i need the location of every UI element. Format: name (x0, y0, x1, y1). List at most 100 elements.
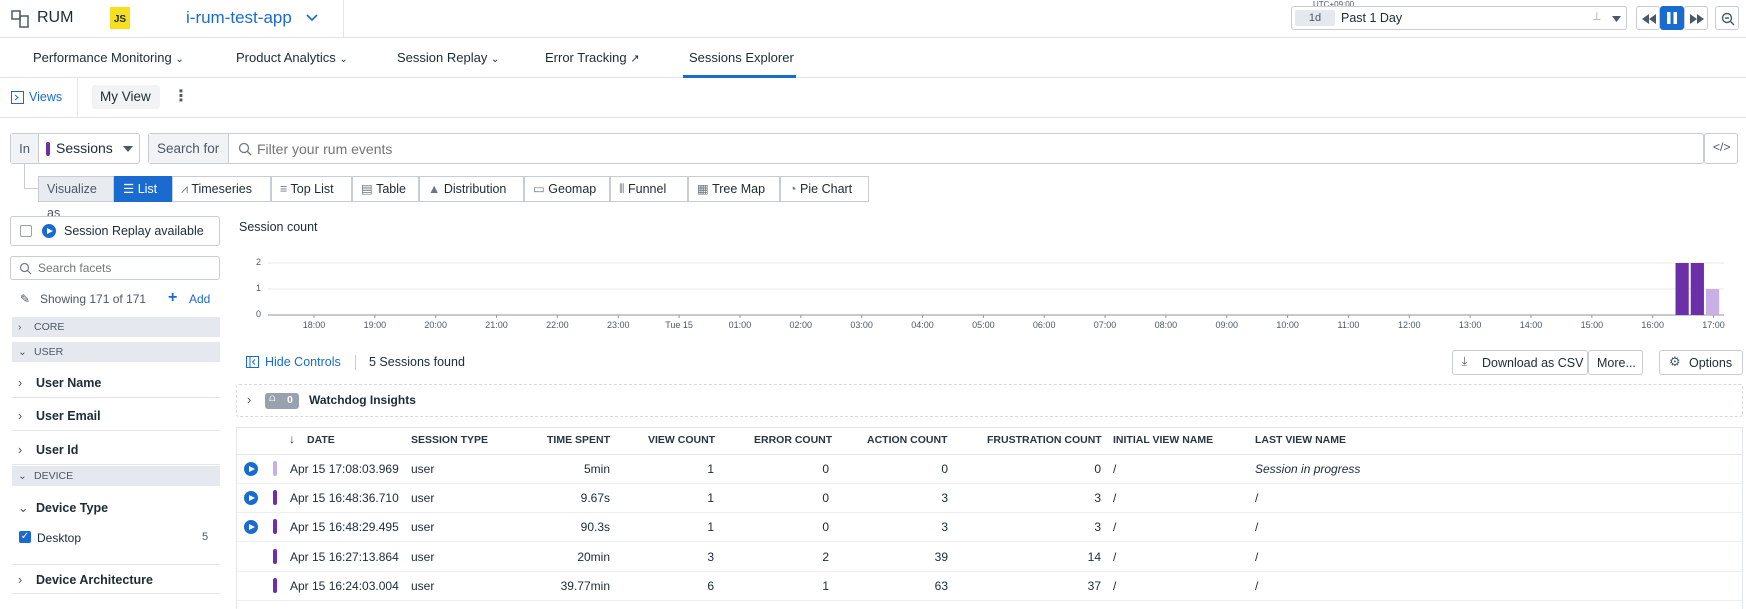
x-tick-label: 17:00 (1702, 320, 1725, 330)
cell-errors: 0 (822, 462, 829, 476)
x-tick-label: 15:00 (1580, 320, 1604, 330)
cell-actions: 3 (941, 520, 948, 534)
cell-last: Session in progress (1255, 462, 1361, 476)
x-tick-label: 05:00 (972, 320, 995, 330)
cell-views: 1 (707, 520, 714, 534)
column-action-count[interactable]: ACTION COUNT (867, 434, 948, 446)
cell-time: 5min (583, 462, 610, 476)
play-replay-icon[interactable] (244, 462, 258, 476)
cell-errors: 0 (822, 520, 829, 534)
cell-views: 1 (707, 491, 714, 505)
watchdog-label: Watchdog Insights (309, 393, 416, 407)
x-tick-label: 16:00 (1641, 320, 1664, 330)
y-tick-label: 1 (256, 283, 262, 293)
column-initial-view-name[interactable]: INITIAL VIEW NAME (1113, 434, 1213, 446)
cell-type: user (411, 550, 435, 564)
cell-time: 20min (577, 550, 610, 564)
cell-actions: 39 (934, 550, 948, 564)
cell-frustration: 0 (1094, 462, 1101, 476)
x-tick-label: 10:00 (1276, 320, 1299, 330)
cell-last: / (1255, 550, 1259, 564)
x-tick-label: 21:00 (485, 320, 508, 330)
session-status-marker (273, 578, 277, 593)
cell-frustration: 14 (1087, 550, 1101, 564)
hide-controls-button[interactable]: Hide Controls (265, 355, 341, 369)
cell-last: / (1255, 579, 1259, 593)
column-session-type[interactable]: SESSION TYPE (411, 434, 488, 446)
binoculars-icon: ⩍ (269, 393, 276, 404)
cell-type: user (411, 579, 435, 593)
x-tick-label: 19:00 (363, 320, 387, 330)
cell-last: / (1255, 520, 1259, 534)
x-tick-label: 06:00 (1032, 320, 1056, 330)
chevron-right-icon: › (247, 392, 252, 407)
cell-initial: / (1113, 550, 1117, 564)
session-status-marker (273, 490, 277, 505)
y-tick-label: 2 (256, 257, 262, 267)
hide-controls-icon (246, 356, 259, 368)
column-time-spent[interactable]: TIME SPENT (547, 434, 610, 446)
column-date[interactable]: DATE (307, 434, 335, 446)
watchdog-badge: ⩍ 0 (265, 393, 299, 409)
x-tick-label: 22:00 (546, 320, 569, 330)
session-status-marker (273, 519, 277, 534)
chart-bar (1690, 263, 1704, 315)
cell-time: 39.77min (560, 579, 610, 593)
cell-frustration: 3 (1094, 520, 1101, 534)
session-status-marker (273, 549, 277, 564)
cell-time: 9.67s (580, 491, 610, 505)
download-icon: ⤓ (1462, 354, 1468, 368)
cell-last: / (1255, 491, 1259, 505)
cell-type: user (411, 462, 435, 476)
more-button[interactable]: More... (1588, 350, 1643, 375)
x-tick-label: 07:00 (1093, 320, 1117, 330)
cell-initial: / (1113, 462, 1117, 476)
x-tick-label: 02:00 (789, 320, 813, 330)
cell-actions: 63 (934, 579, 948, 593)
cell-initial: / (1113, 520, 1117, 534)
play-replay-icon[interactable] (244, 491, 258, 505)
cell-actions: 0 (941, 462, 948, 476)
watchdog-count: 0 (287, 394, 293, 406)
cell-date: Apr 15 16:48:36.710 (290, 491, 399, 505)
column-frustration-count[interactable]: FRUSTRATION COUNT (987, 434, 1102, 446)
x-tick-label: 13:00 (1458, 320, 1482, 330)
sort-descending-icon[interactable]: ↓ (289, 432, 295, 446)
cell-type: user (411, 491, 435, 505)
x-tick-label: 04:00 (911, 320, 934, 330)
more-label: More... (1597, 356, 1636, 370)
x-tick-label: 01:00 (728, 320, 752, 330)
column-last-view-name[interactable]: LAST VIEW NAME (1255, 434, 1346, 446)
x-tick-label: 03:00 (850, 320, 873, 330)
y-tick-label: 0 (256, 309, 262, 319)
column-view-count[interactable]: VIEW COUNT (648, 434, 715, 446)
gear-icon: ⚙ (1669, 354, 1681, 369)
x-tick-label: Tue 15 (665, 320, 693, 330)
cell-frustration: 37 (1087, 579, 1101, 593)
x-tick-label: 14:00 (1519, 320, 1543, 330)
download-label: Download as CSV (1482, 356, 1584, 370)
cell-views: 1 (707, 462, 714, 476)
x-tick-label: 11:00 (1337, 320, 1360, 330)
options-label: Options (1689, 356, 1733, 370)
download-csv-button[interactable]: ⤓ Download as CSV (1452, 350, 1588, 375)
cell-views: 6 (707, 579, 714, 593)
cell-errors: 1 (822, 579, 829, 593)
options-button[interactable]: ⚙ Options (1659, 350, 1743, 375)
watchdog-insights[interactable]: › ⩍ 0 Watchdog Insights (236, 384, 1743, 417)
cell-actions: 3 (941, 491, 948, 505)
cell-initial: / (1113, 579, 1117, 593)
play-replay-icon[interactable] (244, 520, 258, 534)
sessions-found: 5 Sessions found (369, 355, 465, 369)
cell-date: Apr 15 16:24:03.004 (290, 579, 399, 593)
x-tick-label: 20:00 (424, 320, 447, 330)
cell-type: user (411, 520, 435, 534)
column-error-count[interactable]: ERROR COUNT (754, 434, 832, 446)
cell-date: Apr 15 16:48:29.495 (290, 520, 399, 534)
cell-frustration: 3 (1094, 491, 1101, 505)
cell-errors: 0 (822, 491, 829, 505)
cell-date: Apr 15 17:08:03.969 (290, 462, 399, 476)
x-tick-label: 23:00 (606, 320, 630, 330)
x-tick-label: 12:00 (1398, 320, 1421, 330)
x-tick-label: 09:00 (1215, 320, 1239, 330)
